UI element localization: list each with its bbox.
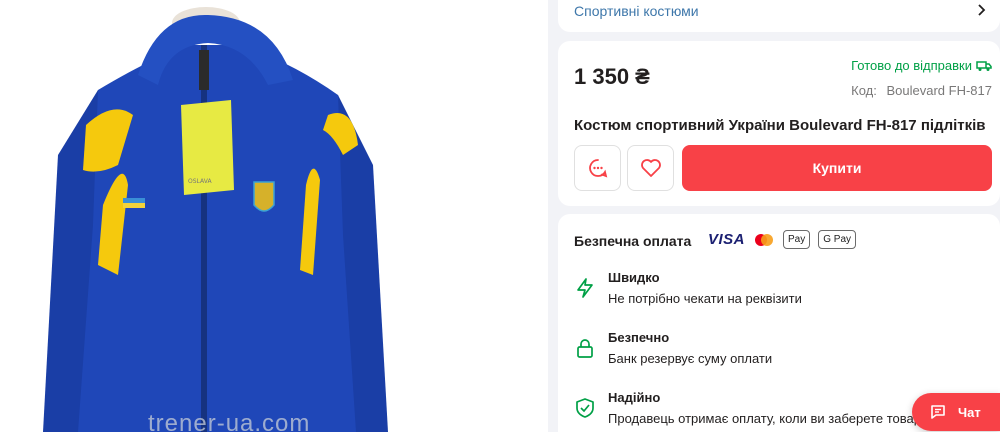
feature-title: Швидко bbox=[608, 270, 660, 285]
product-price: 1 350 ₴ bbox=[574, 64, 650, 89]
feature-fast: Швидко Не потрібно чекати на реквізити bbox=[574, 269, 802, 308]
chat-bubble-icon bbox=[588, 159, 607, 178]
svg-text:OSLAVA: OSLAVA bbox=[188, 178, 212, 185]
buy-button[interactable]: Купити bbox=[682, 145, 992, 191]
product-title: Костюм спортивний України Boulevard FH-8… bbox=[574, 117, 986, 134]
message-seller-button[interactable] bbox=[574, 145, 621, 191]
feature-description: Банк резервує суму оплати bbox=[608, 351, 773, 366]
chat-button[interactable]: Чат bbox=[912, 393, 1000, 431]
jacket-image: OSLAVA bbox=[38, 5, 389, 432]
product-code-value: Boulevard FH-817 bbox=[886, 83, 993, 98]
google-pay-badge: G Pay bbox=[818, 230, 857, 249]
feature-title: Надійно bbox=[608, 390, 661, 405]
category-card[interactable]: Спортивні костюми bbox=[558, 0, 1000, 32]
lightning-icon bbox=[577, 278, 593, 298]
product-page: OSLAVA trener-ua.com Спортивні костюми 1… bbox=[0, 0, 1000, 432]
feature-reliable: Надійно Продавець отримає оплату, коли в… bbox=[574, 389, 921, 428]
apple-pay-badge: Pay bbox=[783, 230, 811, 249]
chat-label: Чат bbox=[958, 404, 981, 420]
buy-card: 1 350 ₴ Готово до відправки Код: Bouleva… bbox=[558, 41, 1000, 206]
product-gallery: OSLAVA trener-ua.com bbox=[0, 0, 548, 432]
feature-title: Безпечно bbox=[608, 330, 670, 345]
lock-icon bbox=[577, 339, 593, 358]
mastercard-icon bbox=[755, 233, 774, 246]
secure-payment-title: Безпечна оплата bbox=[574, 233, 692, 249]
favorite-button[interactable] bbox=[627, 145, 674, 191]
category-link[interactable]: Спортивні костюми bbox=[574, 3, 699, 19]
feature-safe: Безпечно Банк резервує суму оплати bbox=[574, 329, 772, 368]
availability-status: Готово до відправки bbox=[851, 58, 992, 73]
product-code-label: Код: bbox=[851, 83, 877, 98]
chevron-right-icon bbox=[978, 4, 986, 16]
product-photo[interactable]: OSLAVA trener-ua.com bbox=[38, 5, 389, 432]
product-code: Код: Boulevard FH-817 bbox=[851, 83, 992, 98]
payment-methods: VISA Pay G Pay bbox=[708, 230, 857, 249]
watermark: trener-ua.com bbox=[148, 410, 311, 432]
product-sidebar: Спортивні костюми 1 350 ₴ Готово до відп… bbox=[558, 0, 1000, 432]
feature-description: Не потрібно чекати на реквізити bbox=[608, 291, 802, 306]
feature-description: Продавець отримає оплату, коли ви забере… bbox=[608, 411, 921, 426]
truck-icon bbox=[976, 60, 992, 71]
shield-check-icon bbox=[576, 398, 594, 418]
availability-label: Готово до відправки bbox=[851, 58, 972, 73]
visa-logo: VISA bbox=[708, 231, 746, 248]
chat-icon bbox=[931, 405, 945, 419]
heart-icon bbox=[640, 159, 661, 177]
